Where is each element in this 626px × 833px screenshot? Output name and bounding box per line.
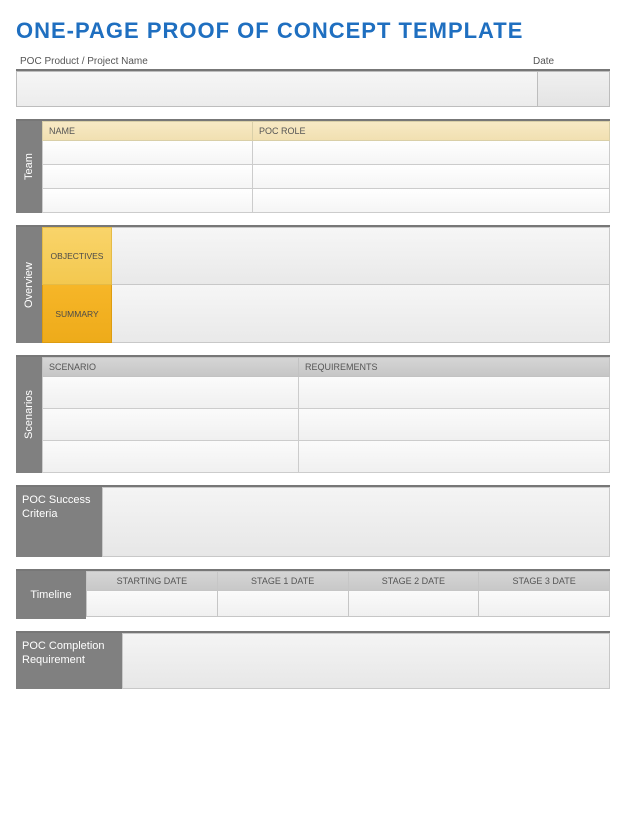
overview-tab: Overview — [16, 227, 42, 343]
timeline-starting-input[interactable] — [86, 591, 218, 617]
timeline-stage3-input[interactable] — [479, 591, 610, 617]
scenarios-tab: Scenarios — [16, 357, 42, 473]
timeline-col-stage2: STAGE 2 DATE — [349, 571, 480, 591]
team-name-input[interactable] — [42, 165, 252, 189]
team-col-role: POC ROLE — [252, 121, 610, 141]
timeline-col-starting: STARTING DATE — [86, 571, 218, 591]
requirements-input[interactable] — [298, 441, 610, 473]
team-role-input[interactable] — [252, 141, 610, 165]
summary-label: SUMMARY — [42, 285, 112, 343]
objectives-label: OBJECTIVES — [42, 227, 112, 285]
completion-tab: POC Completion Requirement — [16, 633, 122, 689]
summary-input[interactable] — [112, 285, 610, 343]
requirements-input[interactable] — [298, 377, 610, 409]
completion-input[interactable] — [122, 633, 610, 689]
project-name-label: POC Product / Project Name — [20, 56, 533, 67]
objectives-input[interactable] — [112, 227, 610, 285]
timeline-col-stage3: STAGE 3 DATE — [479, 571, 610, 591]
date-input[interactable] — [537, 71, 610, 107]
success-criteria-input[interactable] — [102, 487, 610, 557]
scenario-col-header: SCENARIO — [42, 357, 298, 377]
team-role-input[interactable] — [252, 189, 610, 213]
timeline-col-stage1: STAGE 1 DATE — [218, 571, 349, 591]
team-name-input[interactable] — [42, 141, 252, 165]
requirements-input[interactable] — [298, 409, 610, 441]
timeline-stage2-input[interactable] — [349, 591, 480, 617]
requirements-col-header: REQUIREMENTS — [298, 357, 610, 377]
date-label: Date — [533, 56, 606, 67]
team-role-input[interactable] — [252, 165, 610, 189]
page-title: ONE-PAGE PROOF OF CONCEPT TEMPLATE — [16, 18, 610, 44]
team-name-input[interactable] — [42, 189, 252, 213]
timeline-stage1-input[interactable] — [218, 591, 349, 617]
team-col-name: NAME — [42, 121, 252, 141]
scenario-input[interactable] — [42, 409, 298, 441]
header-labels: POC Product / Project Name Date — [16, 56, 610, 69]
scenario-input[interactable] — [42, 377, 298, 409]
team-tab: Team — [16, 121, 42, 213]
timeline-tab: Timeline — [16, 571, 86, 619]
project-name-input[interactable] — [16, 71, 537, 107]
scenario-input[interactable] — [42, 441, 298, 473]
success-criteria-tab: POC Success Criteria — [16, 487, 102, 557]
